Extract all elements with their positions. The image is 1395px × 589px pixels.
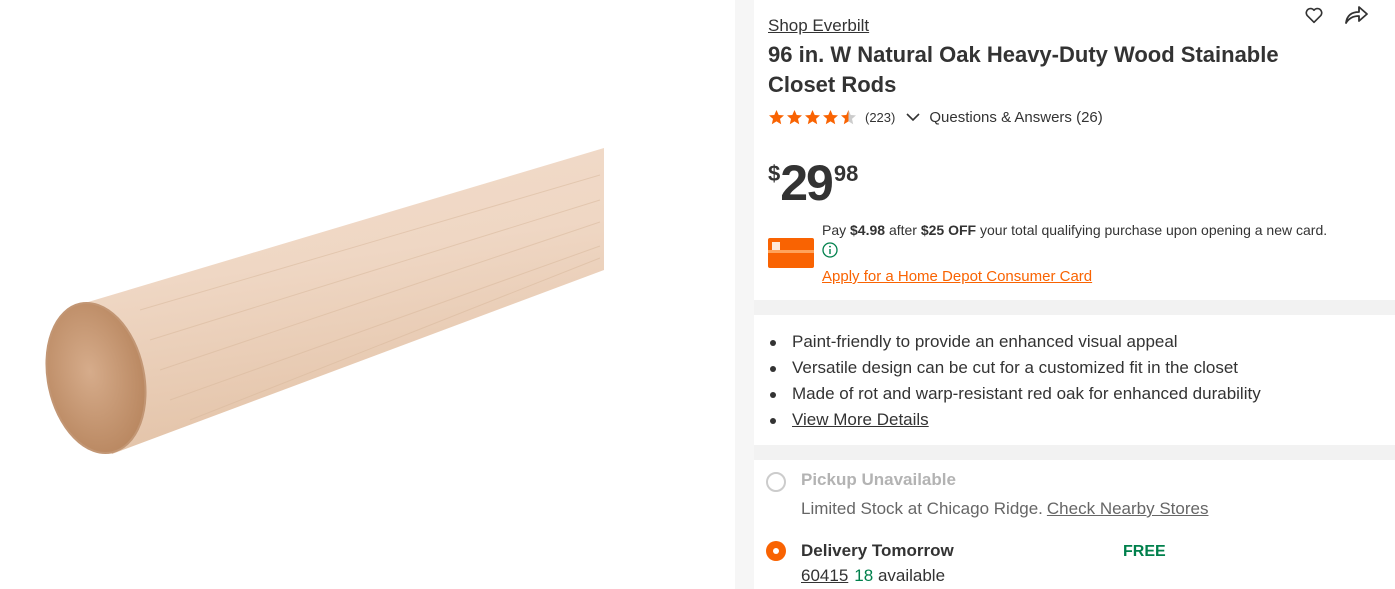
star-icon (787, 109, 802, 124)
highlights-card: Paint-friendly to provide an enhanced vi… (754, 315, 1395, 445)
delivery-subtitle: 60415 18 available (801, 566, 945, 586)
pickup-radio[interactable] (766, 472, 786, 492)
price-currency: $ (768, 161, 781, 186)
delivery-radio[interactable] (766, 541, 786, 561)
product-info-panel: Shop Everbilt 96 in. W Natural Oak Heavy… (754, 0, 1395, 589)
fulfillment-card: Pickup Unavailable Limited Stock at Chic… (754, 460, 1395, 589)
product-header-card: Shop Everbilt 96 in. W Natural Oak Heavy… (754, 0, 1395, 300)
brand-link[interactable]: Shop Everbilt (768, 16, 869, 36)
divider (735, 0, 754, 589)
card-stripe (768, 250, 814, 253)
pickup-title: Pickup Unavailable (801, 470, 956, 489)
closet-rod-image (45, 148, 604, 455)
view-more-details-link[interactable]: View More Details (792, 410, 929, 429)
delivery-title: Delivery Tomorrow (801, 541, 954, 560)
star-icon (805, 109, 820, 124)
promo-mid: after (885, 222, 921, 238)
star-rating[interactable] (768, 109, 857, 126)
highlight-item: Made of rot and warp-resistant red oak f… (768, 381, 1261, 407)
review-count[interactable]: (223) (865, 110, 895, 125)
highlights-list: Paint-friendly to provide an enhanced vi… (768, 329, 1261, 433)
promo-post: your total qualifying purchase upon open… (976, 222, 1328, 238)
price: $ 29 98 (768, 156, 858, 210)
available-count: 18 (854, 566, 874, 585)
rating-row: (223) Questions & Answers (26) (768, 107, 1103, 127)
card-logo (772, 242, 780, 250)
share-icon[interactable] (1343, 4, 1368, 26)
pickup-subtitle: Limited Stock at Chicago Ridge. Check Nea… (801, 499, 1208, 519)
highlight-item: Paint-friendly to provide an enhanced vi… (768, 329, 1261, 355)
view-more-item: View More Details (768, 407, 1261, 433)
product-image[interactable] (0, 0, 735, 589)
price-cents: 98 (833, 161, 859, 186)
check-nearby-stores-link[interactable]: Check Nearby Stores (1047, 499, 1209, 518)
apply-card-link[interactable]: Apply for a Home Depot Consumer Card (822, 268, 1092, 285)
chevron-down-icon[interactable] (905, 109, 921, 125)
promo-discount: $25 OFF (920, 222, 977, 238)
star-icon (841, 109, 856, 124)
price-dollars: 29 (780, 155, 834, 211)
highlight-item: Versatile design can be cut for a custom… (768, 355, 1261, 381)
promo-pre: Pay (822, 222, 851, 238)
heart-icon[interactable] (1303, 4, 1325, 26)
questions-answers-link[interactable]: Questions & Answers (26) (929, 109, 1102, 126)
product-title: 96 in. W Natural Oak Heavy-Duty Wood Sta… (768, 42, 1279, 97)
delivery-price: FREE (1123, 543, 1166, 560)
info-icon[interactable] (822, 242, 838, 258)
zip-code-link[interactable]: 60415 (801, 566, 848, 585)
available-label: available (877, 566, 946, 585)
star-icon (769, 109, 784, 124)
pickup-store-text: Limited Stock at Chicago Ridge. (801, 499, 1043, 518)
promo-amount: $4.98 (850, 222, 886, 238)
star-icon (823, 109, 838, 124)
header-actions (1303, 4, 1368, 26)
credit-card-image[interactable] (768, 238, 814, 268)
promo-text: Pay $4.98 after $25 OFF your total quali… (822, 220, 1387, 240)
